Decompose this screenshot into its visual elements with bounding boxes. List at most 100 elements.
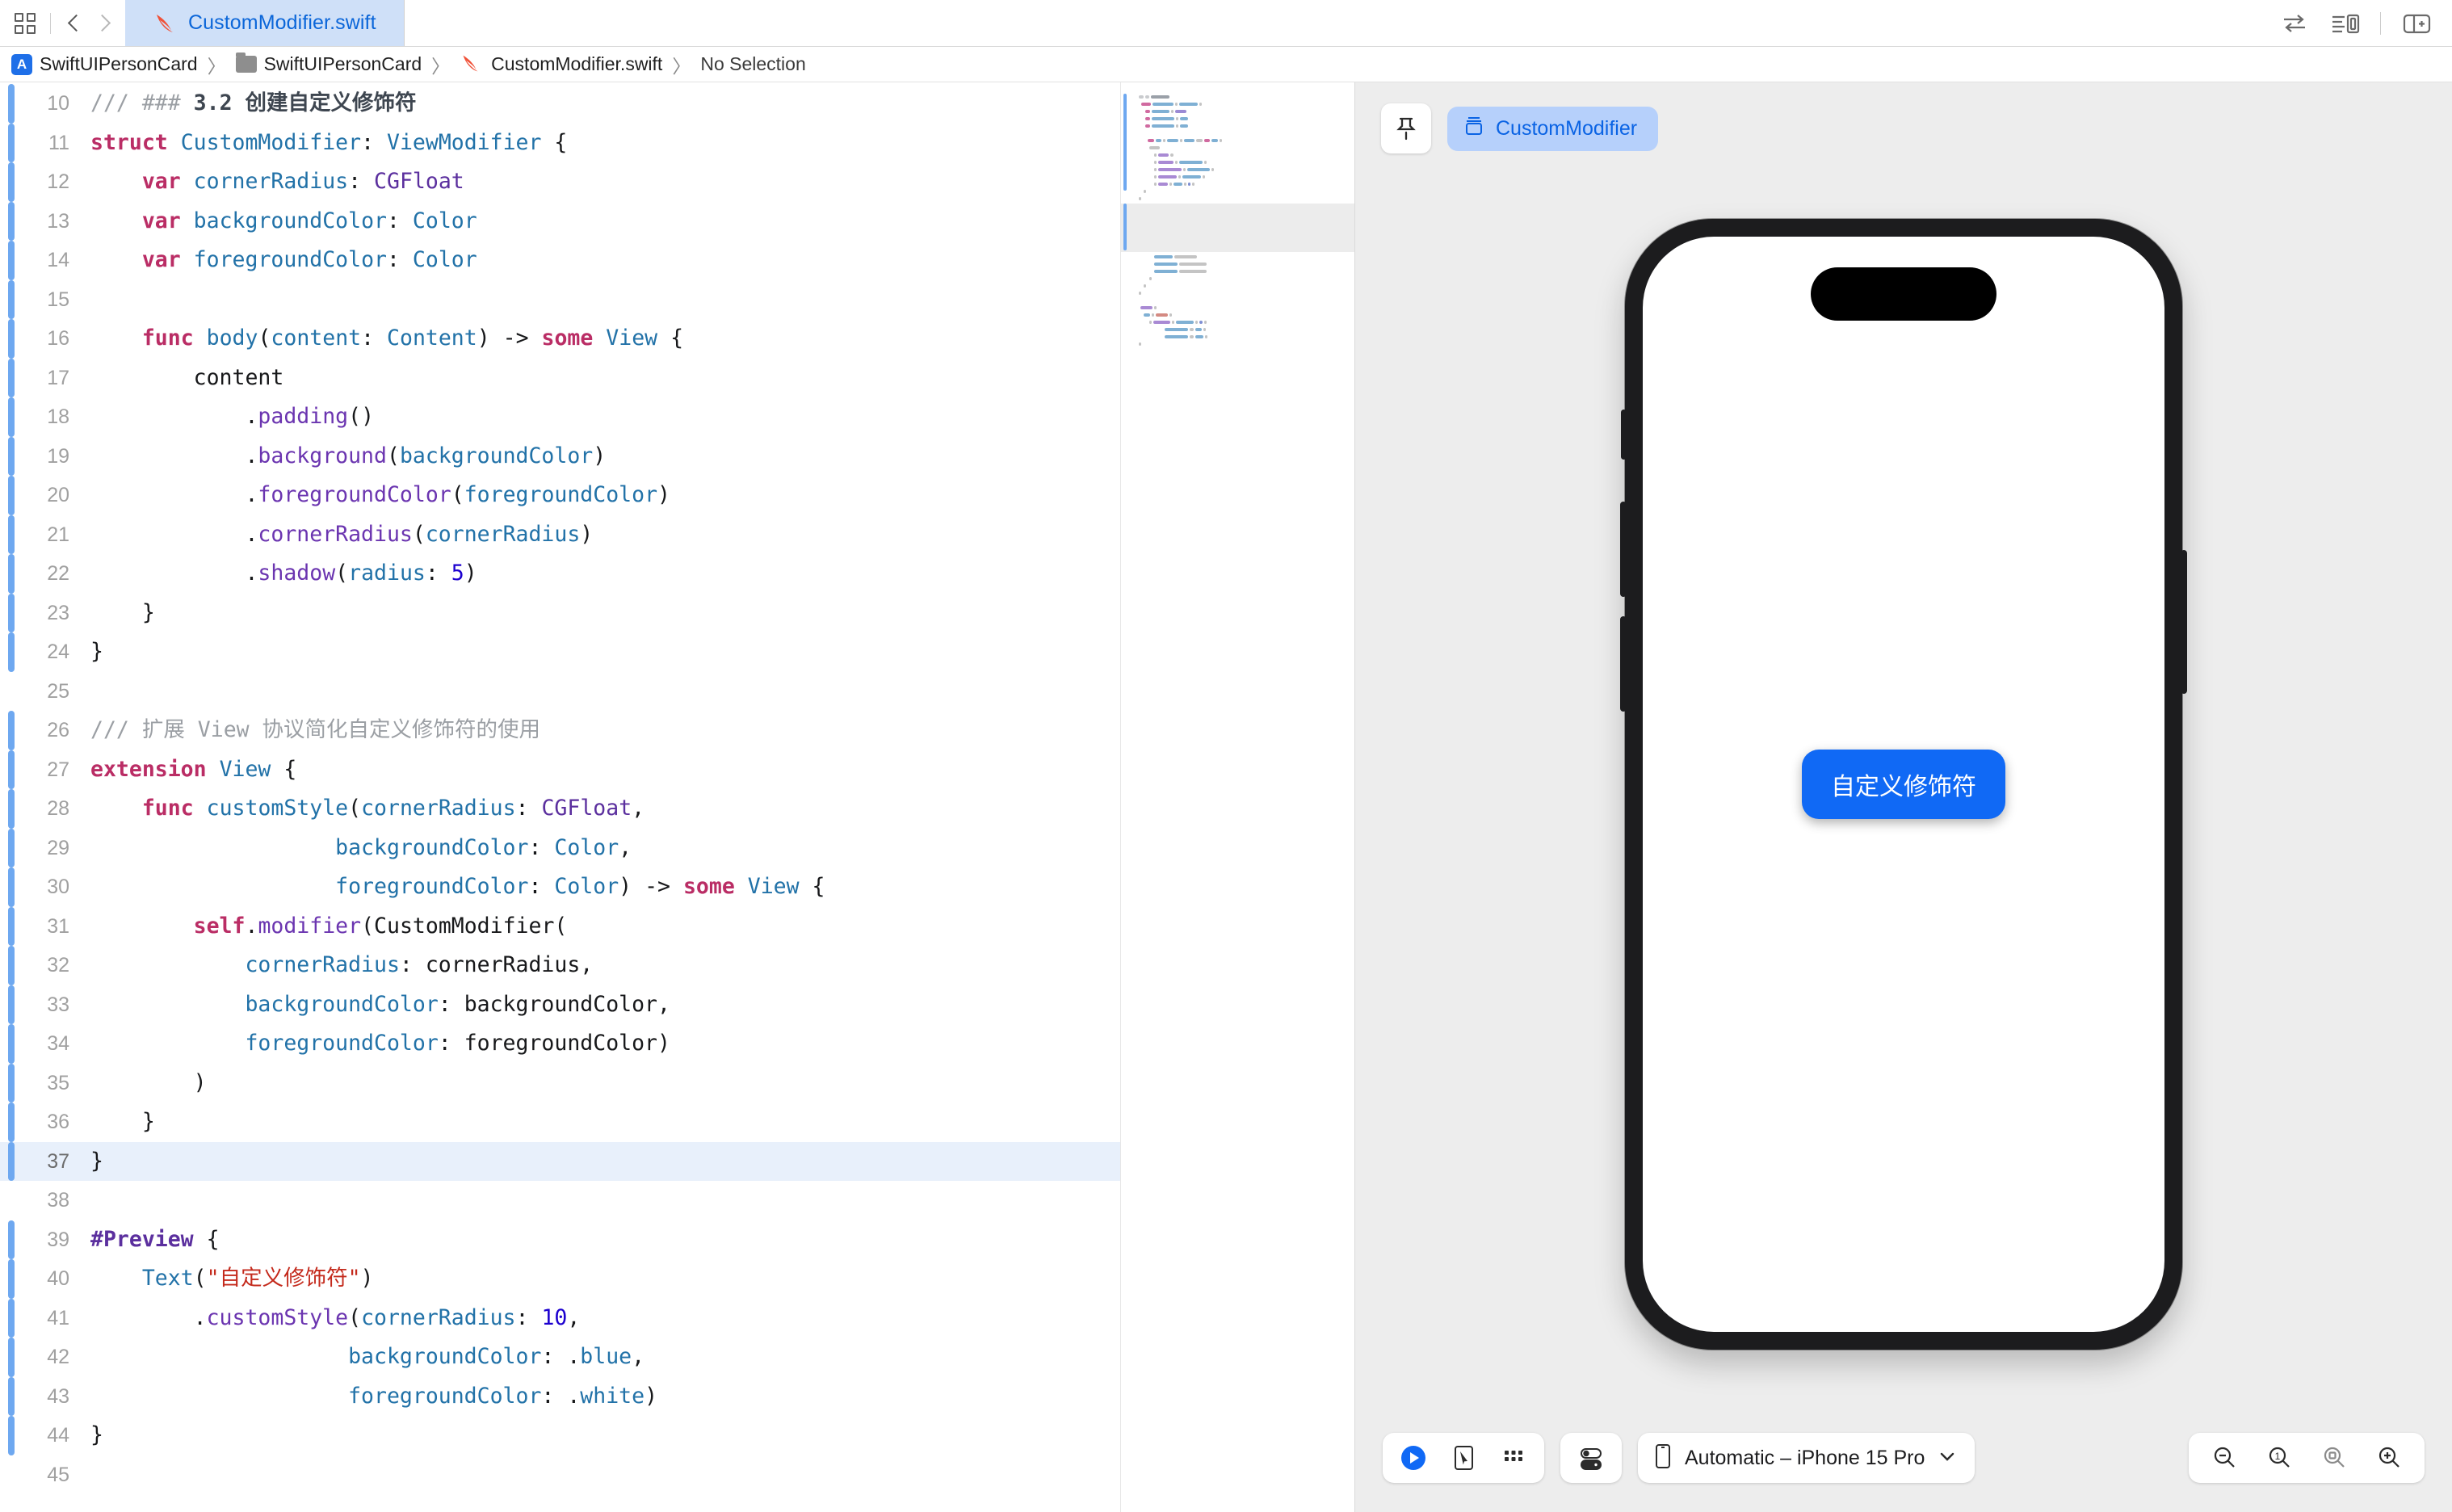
code-minimap[interactable] (1120, 82, 1354, 1512)
line-text: Text("自定义修饰符") (90, 1259, 374, 1299)
change-gutter-bar (8, 946, 15, 985)
minimap-line (1139, 108, 1340, 116)
minimap-line (1139, 275, 1340, 283)
silent-switch (1621, 410, 1627, 460)
breadcrumb-label: CustomModifier.swift (491, 53, 662, 75)
line-text: var cornerRadius: CGFloat (90, 162, 464, 202)
tab-bar-empty-space (405, 0, 2259, 46)
add-editor-icon[interactable] (2402, 10, 2431, 36)
change-gutter-bar (8, 515, 15, 555)
zoom-actual-icon[interactable]: 1 (2257, 1437, 2302, 1479)
minimap-line (1139, 312, 1340, 319)
preview-bottom-left: Automatic – iPhone 15 Pro (1383, 1433, 1975, 1483)
change-gutter-bar (8, 397, 15, 437)
change-gutter-bar (8, 84, 15, 124)
minimap-line (1139, 137, 1340, 145)
change-gutter-bar (8, 202, 15, 242)
line-number: 25 (0, 672, 90, 712)
zoom-fit-icon[interactable] (2311, 1437, 2357, 1479)
minimap-line (1139, 94, 1340, 101)
minimap-line (1139, 116, 1340, 123)
line-text: extension View { (90, 750, 296, 790)
zoom-in-icon[interactable] (2366, 1437, 2412, 1479)
navigator-grid-icon[interactable] (15, 12, 37, 35)
line-text: backgroundColor: Color, (90, 829, 632, 868)
change-gutter-bar (8, 124, 15, 163)
minimap-line (1139, 326, 1340, 334)
change-gutter-bar (8, 437, 15, 477)
breadcrumb-item-folder[interactable]: SwiftUIPersonCard (236, 53, 422, 75)
change-gutter-bar (8, 711, 15, 750)
variants-grid-icon[interactable] (1491, 1437, 1536, 1479)
minimap-line (1139, 297, 1340, 304)
tab-bar-left-controls (0, 0, 125, 46)
preview-canvas: CustomModifier 自定义修饰符 (1355, 82, 2452, 1512)
line-text: .cornerRadius(cornerRadius) (90, 515, 593, 555)
device-settings-pill (1560, 1433, 1622, 1483)
change-gutter-bar (8, 554, 15, 594)
compare-arrows-icon[interactable] (2280, 10, 2309, 36)
change-gutter-bar (8, 359, 15, 398)
pin-icon[interactable] (1381, 103, 1431, 153)
minimap-line (1139, 304, 1340, 312)
change-gutter-bar (8, 476, 15, 515)
inspector-list-icon[interactable] (2330, 10, 2359, 36)
iphone-screen[interactable]: 自定义修饰符 (1643, 237, 2164, 1332)
breadcrumb-separator: 〉 (208, 51, 226, 78)
source-editor[interactable]: 10/// ### 3.2 创建自定义修饰符11struct CustomMod… (0, 82, 1355, 1512)
change-gutter-bar (8, 829, 15, 868)
zoom-out-icon[interactable] (2202, 1437, 2247, 1479)
change-gutter-bar (8, 1259, 15, 1299)
change-gutter-bar (8, 1142, 15, 1182)
change-gutter-bar (8, 867, 15, 907)
breadcrumb-item-project[interactable]: A SwiftUIPersonCard (11, 53, 198, 75)
change-gutter-bar (8, 319, 15, 359)
iphone-icon (1654, 1443, 1672, 1474)
play-icon[interactable] (1391, 1437, 1436, 1479)
minimap-line (1139, 348, 1340, 355)
chevron-down-icon (1938, 1450, 1957, 1467)
preview-rendered-button[interactable]: 自定义修饰符 (1802, 750, 2005, 819)
line-text: /// ### 3.2 创建自定义修饰符 (90, 84, 416, 124)
preview-chip-custommodifier[interactable]: CustomModifier (1447, 107, 1658, 151)
line-text: cornerRadius: cornerRadius, (90, 946, 593, 985)
preview-stage[interactable]: 自定义修饰符 (1355, 153, 2452, 1423)
minimap-line (1139, 283, 1340, 290)
editor-tab-custommodifier[interactable]: CustomModifier.swift (125, 0, 405, 46)
tab-bar: CustomModifier.swift (0, 0, 2452, 47)
device-settings-icon[interactable] (1568, 1437, 1614, 1479)
zoom-controls: 1 (2189, 1433, 2425, 1483)
breadcrumb-label: SwiftUIPersonCard (40, 53, 198, 75)
breadcrumb-item-file[interactable]: CustomModifier.swift (460, 52, 662, 77)
line-text: .padding() (90, 397, 374, 437)
device-selector-label: Automatic – iPhone 15 Pro (1685, 1447, 1925, 1470)
line-number: 45 (0, 1455, 90, 1495)
line-text: } (90, 632, 103, 672)
change-gutter-bar (8, 241, 15, 280)
change-gutter-bar (8, 750, 15, 790)
minimap-line (1139, 145, 1340, 152)
minimap-line (1139, 166, 1340, 174)
iphone-device-frame: 自定义修饰符 (1625, 219, 2182, 1350)
breadcrumb-item-selection[interactable]: No Selection (700, 53, 805, 75)
minimap-line (1139, 152, 1340, 159)
folder-icon (236, 56, 257, 73)
line-text: } (90, 1416, 103, 1455)
minimap-line (1139, 188, 1340, 195)
select-pointer-icon[interactable] (1441, 1437, 1486, 1479)
chevron-right-icon[interactable] (93, 11, 114, 36)
preview-box-icon (1463, 115, 1484, 143)
change-gutter-bar (8, 594, 15, 633)
line-text: func customStyle(cornerRadius: CGFloat, (90, 789, 644, 829)
chevron-left-icon[interactable] (64, 11, 85, 36)
minimap-viewport[interactable] (1121, 204, 1354, 252)
line-text: foregroundColor: .white) (90, 1377, 657, 1417)
volume-down-button (1620, 616, 1627, 712)
breadcrumb-separator: 〉 (672, 51, 691, 78)
device-selector[interactable]: Automatic – iPhone 15 Pro (1638, 1433, 1975, 1483)
line-text: .shadow(radius: 5) (90, 554, 477, 594)
minimap-line (1139, 101, 1340, 108)
breadcrumb-separator: 〉 (431, 51, 450, 78)
dynamic-island (1811, 267, 1996, 321)
line-text: func body(content: Content) -> some View… (90, 319, 683, 359)
